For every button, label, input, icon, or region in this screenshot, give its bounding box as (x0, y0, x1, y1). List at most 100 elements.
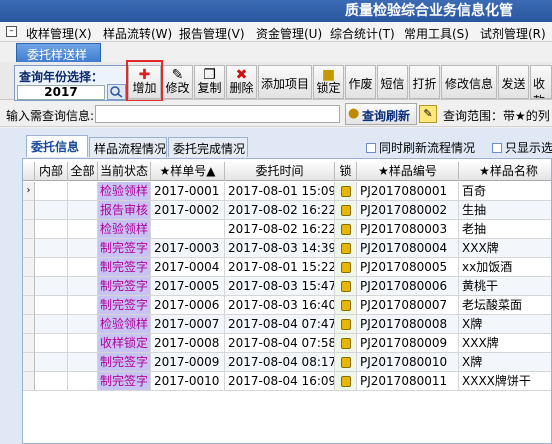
col-lock[interactable]: 锁 (335, 162, 357, 181)
menu-tools[interactable]: 常用工具(S) (404, 25, 469, 42)
menu-report[interactable]: 报告管理(V) (179, 25, 245, 42)
table-row[interactable]: 检验领样2017-00072017-08-04 07:47:42 PJ201708… (23, 315, 551, 334)
query-year-box: 查询年份选择： 2017 (14, 65, 128, 101)
eraser-icon[interactable]: ✎ (419, 105, 437, 123)
status-cell: 制完签字 (98, 239, 151, 258)
col-sample-code[interactable]: ★样品编号 (357, 162, 459, 181)
empty-cell (35, 334, 68, 353)
checkbox-icon (492, 143, 502, 153)
form-tab[interactable]: 委托样送样 (16, 43, 101, 62)
lock-button-label: 锁定 (316, 81, 341, 95)
row-indicator[interactable] (23, 258, 35, 277)
copy-button[interactable]: ❐ 复制 (194, 65, 225, 99)
search-input[interactable] (95, 105, 340, 123)
sample-name-cell: 生抽 (459, 201, 551, 220)
menu-reagents[interactable]: 试剂管理(R) (480, 25, 546, 42)
col-status[interactable]: 当前状态 (98, 162, 151, 181)
highlight-box (126, 60, 163, 102)
col-internal[interactable]: 内部 (35, 162, 68, 181)
query-refresh-label: 查询刷新 (362, 109, 411, 123)
col-all[interactable]: 全部 (68, 162, 98, 181)
row-indicator[interactable] (23, 372, 35, 391)
table-row[interactable]: 制完签字2017-00032017-08-03 14:39:48 PJ201708… (23, 239, 551, 258)
col-commission-time[interactable]: 委托时间 (225, 162, 335, 181)
status-cell: 检验领样 (98, 182, 151, 201)
row-indicator[interactable] (23, 201, 35, 220)
empty-cell (68, 220, 98, 239)
void-button-label: 作废 (348, 77, 373, 91)
system-menu-icon[interactable]: – (6, 26, 17, 37)
col-sample-no[interactable]: ★样单号▲ (151, 162, 225, 181)
row-indicator[interactable]: › (23, 182, 35, 201)
collect-button[interactable]: 收款 (530, 65, 552, 99)
sample-no-cell: 2017-0010 (151, 372, 225, 391)
table-row[interactable]: 制完签字2017-00062017-08-03 16:40:53 PJ201708… (23, 296, 551, 315)
add-item-label: 添加项目 (260, 77, 309, 91)
sample-code-cell: PJ2017080001 (357, 182, 459, 201)
empty-cell (68, 201, 98, 220)
void-button[interactable]: 作废 (345, 65, 376, 99)
table-row[interactable]: 制完签字2017-00102017-08-04 16:09:06 PJ201708… (23, 372, 551, 391)
query-year-input[interactable]: 2017 (17, 85, 105, 100)
sample-code-cell: PJ2017080004 (357, 239, 459, 258)
sample-no-cell: 2017-0004 (151, 258, 225, 277)
status-cell: 制完签字 (98, 353, 151, 372)
table-row[interactable]: 制完签字2017-00042017-08-01 15:22:05 PJ201708… (23, 258, 551, 277)
row-indicator[interactable] (23, 277, 35, 296)
year-picker-button[interactable] (107, 84, 126, 100)
sms-button-label: 短信 (380, 77, 405, 91)
row-indicator[interactable] (23, 315, 35, 334)
time-cell: 2017-08-02 16:22:14 (225, 220, 335, 239)
time-cell: 2017-08-03 16:40:53 (225, 296, 335, 315)
show-selected-checkbox[interactable]: 只显示选 (492, 139, 552, 156)
edit-button[interactable]: ✎ 修改 (162, 65, 193, 99)
time-cell: 2017-08-04 16:09:06 (225, 372, 335, 391)
print-button[interactable]: 打折 (409, 65, 440, 99)
status-cell: 报告审核 (98, 201, 151, 220)
tab-commission-complete[interactable]: 委托完成情况 (168, 137, 248, 157)
empty-cell (68, 334, 98, 353)
lock-cell (335, 353, 357, 372)
sample-name-cell: XXX牌 (459, 239, 551, 258)
data-grid[interactable]: 内部 全部 当前状态 ★样单号▲ 委托时间 锁 ★样品编号 ★样品名称 › 检验领… (22, 158, 552, 444)
refresh-flow-checkbox[interactable]: 同时刷新流程情况 (366, 139, 475, 156)
col-sample-name[interactable]: ★样品名称 (459, 162, 551, 181)
checkbox-icon (366, 143, 376, 153)
sample-no-cell (151, 220, 225, 239)
lock-cell (335, 372, 357, 391)
sample-code-cell: PJ2017080011 (357, 372, 459, 391)
sms-button[interactable]: 短信 (377, 65, 408, 99)
table-row[interactable]: 制完签字2017-00052017-08-03 15:47:07 PJ201708… (23, 277, 551, 296)
menu-sample-flow[interactable]: 样品流转(W) (103, 25, 172, 42)
time-cell: 2017-08-03 14:39:48 (225, 239, 335, 258)
query-refresh-button[interactable]: ● 查询刷新 (345, 103, 417, 125)
table-row[interactable]: 收样锁定2017-00082017-08-04 07:58:38 PJ201708… (23, 334, 551, 353)
empty-cell (68, 277, 98, 296)
status-cell: 检验领样 (98, 220, 151, 239)
add-item-button[interactable]: 添加项目 (258, 65, 312, 99)
lock-cell (335, 239, 357, 258)
row-indicator[interactable] (23, 220, 35, 239)
table-row[interactable]: 检验领样 2017-08-02 16:22:14 PJ2017080003老抽 (23, 220, 551, 239)
sample-no-cell: 2017-0007 (151, 315, 225, 334)
send-button[interactable]: 发送 (498, 65, 529, 99)
row-indicator[interactable] (23, 296, 35, 315)
menu-sample-receive[interactable]: 收样管理(X) (26, 25, 92, 42)
menu-statistics[interactable]: 综合统计(T) (330, 25, 395, 42)
table-row[interactable]: 报告审核2017-00022017-08-02 16:22:14 PJ201708… (23, 201, 551, 220)
tab-commission-info[interactable]: 委托信息 (26, 135, 88, 157)
row-indicator[interactable] (23, 239, 35, 258)
tab-sample-flow[interactable]: 样品流程情况 (89, 137, 167, 157)
time-cell: 2017-08-03 15:47:07 (225, 277, 335, 296)
time-cell: 2017-08-04 07:58:38 (225, 334, 335, 353)
table-row[interactable]: › 检验领样2017-00012017-08-01 15:09:15 PJ20170… (23, 182, 551, 201)
row-indicator[interactable] (23, 334, 35, 353)
menu-funds[interactable]: 资金管理(U) (256, 25, 322, 42)
time-cell: 2017-08-01 15:09:15 (225, 182, 335, 201)
edit-info-button[interactable]: 修改信息 (441, 65, 497, 99)
row-indicator[interactable] (23, 353, 35, 372)
table-row[interactable]: 制完签字2017-00092017-08-04 08:17:29 PJ201708… (23, 353, 551, 372)
lock-button[interactable]: ■ 锁定 (313, 65, 344, 99)
empty-cell (68, 239, 98, 258)
delete-button[interactable]: ✖ 删除 (226, 65, 257, 99)
